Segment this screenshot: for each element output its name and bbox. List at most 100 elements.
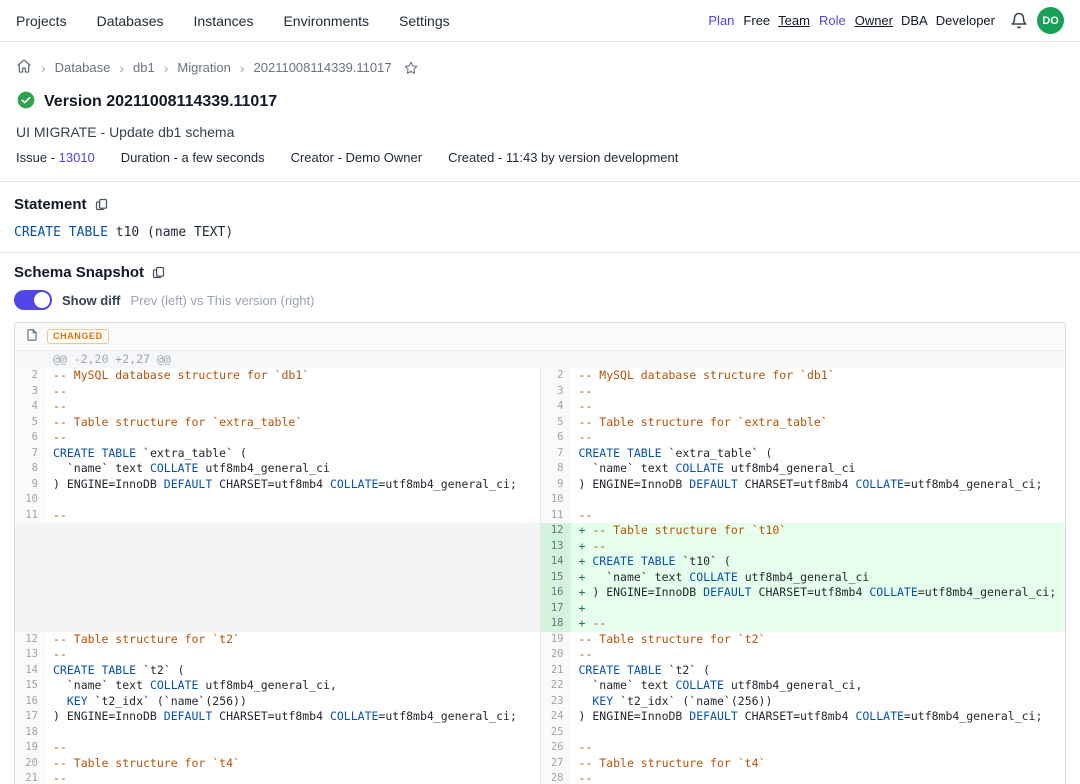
line-number-left: 17: [15, 709, 45, 725]
code-line-left: --: [45, 399, 541, 415]
breadcrumb-item[interactable]: db1: [133, 60, 155, 75]
line-number-right: 6: [541, 430, 571, 446]
schema-diff-viewer: CHANGED @@ -2,20 +2,27 @@ 2-- MySQL data…: [14, 322, 1066, 784]
code-line-left: -- Table structure for `t4`: [45, 756, 541, 772]
changed-badge: CHANGED: [47, 329, 109, 344]
top-nav: Projects Databases Instances Environments Se…: [0, 0, 1080, 42]
code-line-left: --: [45, 384, 541, 400]
code-line-right: `name` text COLLATE utf8mb4_general_ci: [571, 461, 1066, 477]
diff-row: 17+: [15, 601, 1065, 617]
role-options: Owner DBA Developer: [855, 13, 995, 28]
code-line-right: --: [571, 771, 1066, 784]
code-line-right: `name` text COLLATE utf8mb4_general_ci,: [571, 678, 1066, 694]
nav-items: Projects Databases Instances Environments Se…: [16, 13, 450, 29]
nav-item-instances[interactable]: Instances: [194, 13, 254, 29]
code-line-right: --: [571, 508, 1066, 524]
code-line-left: [45, 523, 541, 539]
diff-row: 12-- Table structure for `t2`19-- Table …: [15, 632, 1065, 648]
nav-item-databases[interactable]: Databases: [97, 13, 164, 29]
line-number-right: 13: [541, 539, 571, 555]
issue-link[interactable]: 13010: [59, 150, 95, 165]
nav-item-projects[interactable]: Projects: [16, 13, 67, 29]
avatar[interactable]: DO: [1037, 7, 1064, 34]
hunk-header: @@ -2,20 +2,27 @@: [15, 351, 1065, 368]
diff-row: 5-- Table structure for `extra_table`5--…: [15, 415, 1065, 431]
code-line-left: [45, 585, 541, 601]
line-number-left: 21: [15, 771, 45, 784]
copy-statement-icon[interactable]: [94, 197, 109, 212]
nav-option-developer[interactable]: Developer: [936, 13, 995, 28]
code-line-right: --: [571, 740, 1066, 756]
plan-label[interactable]: Plan: [708, 13, 734, 28]
chevron-right-icon: ›: [240, 60, 245, 76]
check-circle-icon: [16, 90, 36, 113]
code-line-right: -- Table structure for `extra_table`: [571, 415, 1066, 431]
line-number-right: 10: [541, 492, 571, 508]
diff-row: 17) ENGINE=InnoDB DEFAULT CHARSET=utf8mb…: [15, 709, 1065, 725]
code-line-left: CREATE TABLE `extra_table` (: [45, 446, 541, 462]
star-icon[interactable]: [403, 60, 419, 76]
line-number-left: 20: [15, 756, 45, 772]
nav-option-team[interactable]: Team: [778, 13, 810, 28]
code-line-left: --: [45, 647, 541, 663]
diff-row: 13+ --: [15, 539, 1065, 555]
line-number-left: 8: [15, 461, 45, 477]
line-number-left: 6: [15, 430, 45, 446]
nav-item-settings[interactable]: Settings: [399, 13, 450, 29]
code-line-right: +: [571, 601, 1066, 617]
code-line-left: `name` text COLLATE utf8mb4_general_ci,: [45, 678, 541, 694]
line-number-right: 14: [541, 554, 571, 570]
code-line-left: --: [45, 740, 541, 756]
top-nav-right: Plan Free Team Role Owner DBA Developer DO: [708, 7, 1064, 34]
line-number-right: 20: [541, 647, 571, 663]
line-number-left: [15, 601, 45, 617]
code-line-right: [571, 725, 1066, 741]
nav-option-owner[interactable]: Owner: [855, 13, 893, 28]
code-line-right: + CREATE TABLE `t10` (: [571, 554, 1066, 570]
diff-row: 20-- Table structure for `t4`27-- Table …: [15, 756, 1065, 772]
sql-keyword: CREATE TABLE: [14, 225, 108, 240]
nav-item-environments[interactable]: Environments: [283, 13, 369, 29]
version-subtitle: UI MIGRATE - Update db1 schema: [16, 124, 1064, 140]
line-number-right: 26: [541, 740, 571, 756]
chevron-right-icon: ›: [164, 60, 169, 76]
diff-row: 21--28--: [15, 771, 1065, 784]
line-number-left: 5: [15, 415, 45, 431]
diff-row: 8 `name` text COLLATE utf8mb4_general_ci…: [15, 461, 1065, 477]
line-number-right: 28: [541, 771, 571, 784]
version-header: Version 20211008114339.11017 UI MIGRATE …: [0, 77, 1080, 181]
code-line-right: KEY `t2_idx` (`name`(256)): [571, 694, 1066, 710]
show-diff-toggle[interactable]: [14, 290, 52, 310]
diff-row: 9) ENGINE=InnoDB DEFAULT CHARSET=utf8mb4…: [15, 477, 1065, 493]
line-number-right: 23: [541, 694, 571, 710]
chevron-right-icon: ›: [41, 60, 46, 76]
code-line-left: KEY `t2_idx` (`name`(256)): [45, 694, 541, 710]
line-number-right: 21: [541, 663, 571, 679]
role-label[interactable]: Role: [819, 13, 846, 28]
chevron-right-icon: ›: [119, 60, 124, 76]
diff-row: 16+ ) ENGINE=InnoDB DEFAULT CHARSET=utf8…: [15, 585, 1065, 601]
line-number-right: 16: [541, 585, 571, 601]
sql-rest: t10 (name TEXT): [108, 225, 233, 240]
breadcrumb-item[interactable]: 20211008114339.11017: [254, 60, 392, 75]
diff-row: 15 `name` text COLLATE utf8mb4_general_c…: [15, 678, 1065, 694]
line-number-left: [15, 539, 45, 555]
code-line-left: [45, 554, 541, 570]
nav-option-free[interactable]: Free: [743, 13, 770, 28]
line-number-right: 11: [541, 508, 571, 524]
created-meta: Created - 11:43 by version development: [448, 150, 678, 165]
code-line-left: [45, 616, 541, 632]
copy-snapshot-icon[interactable]: [151, 265, 166, 280]
line-number-left: 19: [15, 740, 45, 756]
breadcrumb-item[interactable]: Database: [55, 60, 111, 75]
code-line-right: -- Table structure for `t2`: [571, 632, 1066, 648]
line-number-left: 16: [15, 694, 45, 710]
schema-snapshot-heading: Schema Snapshot: [14, 264, 144, 281]
line-number-left: 10: [15, 492, 45, 508]
breadcrumb-item[interactable]: Migration: [177, 60, 230, 75]
nav-option-dba[interactable]: DBA: [901, 13, 928, 28]
code-line-left: `name` text COLLATE utf8mb4_general_ci: [45, 461, 541, 477]
home-icon[interactable]: [16, 58, 32, 77]
line-number-right: 12: [541, 523, 571, 539]
bell-icon[interactable]: [1010, 12, 1028, 30]
